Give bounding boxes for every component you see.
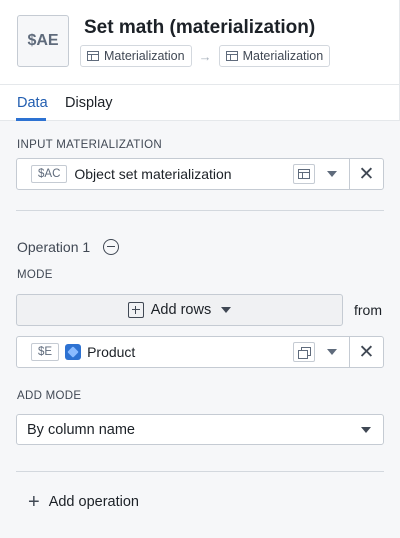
add-mode-select[interactable]: By column name bbox=[16, 414, 384, 445]
input-materialization-label: INPUT MATERIALIZATION bbox=[17, 139, 162, 151]
panel-header: $AE Set math (materialization) Materiali… bbox=[0, 0, 400, 85]
operation-title: Operation 1 bbox=[17, 239, 91, 255]
minus-circle-icon[interactable] bbox=[103, 239, 120, 255]
breadcrumb-output-type: Materialization bbox=[218, 45, 331, 67]
close-icon: ✕ bbox=[358, 163, 375, 185]
breadcrumb-input-label: Materialization bbox=[104, 49, 185, 63]
add-mode-value: By column name bbox=[27, 421, 135, 438]
plus-icon: + bbox=[28, 491, 40, 513]
breadcrumb-input-type: Materialization bbox=[80, 45, 192, 67]
object-set-icon bbox=[298, 347, 311, 359]
breadcrumb: Materialization → Materialization bbox=[80, 45, 331, 67]
input-reference-tag: $AC bbox=[31, 165, 68, 183]
mode-dropdown-button[interactable]: Add rows bbox=[16, 294, 343, 326]
source-object-value: Product bbox=[87, 344, 136, 360]
input-materialization-select[interactable]: $AC Object set materialization ✕ bbox=[16, 158, 384, 190]
caret-down-icon bbox=[361, 426, 371, 433]
close-icon: ✕ bbox=[358, 341, 375, 363]
node-title: Set math (materialization) bbox=[84, 17, 316, 38]
table-icon bbox=[225, 51, 238, 61]
node-badge: $AE bbox=[17, 15, 69, 67]
operation-header: Operation 1 bbox=[17, 239, 120, 255]
source-reference-tag: $E bbox=[31, 343, 60, 361]
mode-value: Add rows bbox=[150, 302, 212, 318]
cube-icon bbox=[65, 344, 82, 360]
clear-input-button[interactable]: ✕ bbox=[349, 159, 383, 189]
section-divider bbox=[16, 471, 384, 472]
add-mode-label: ADD MODE bbox=[17, 390, 82, 402]
tab-display[interactable]: Display bbox=[65, 95, 113, 111]
caret-down-icon[interactable] bbox=[327, 171, 337, 177]
add-operation-button[interactable]: + Add operation bbox=[28, 491, 139, 513]
clear-source-button[interactable]: ✕ bbox=[349, 337, 383, 367]
mode-label: MODE bbox=[17, 269, 53, 281]
tab-bar: Data Display bbox=[0, 85, 400, 121]
table-icon bbox=[87, 51, 99, 61]
source-object-select[interactable]: $E Product ✕ bbox=[16, 336, 384, 368]
tab-data[interactable]: Data bbox=[17, 95, 48, 111]
data-tab-content: INPUT MATERIALIZATION $AC Object set mat… bbox=[0, 121, 400, 538]
breadcrumb-output-label: Materialization bbox=[242, 49, 324, 63]
node-config-panel: $AE Set math (materialization) Materiali… bbox=[0, 0, 400, 538]
plus-square-icon bbox=[127, 302, 144, 318]
table-icon bbox=[298, 169, 310, 179]
table-view-button[interactable] bbox=[293, 164, 315, 184]
caret-down-icon bbox=[221, 307, 232, 313]
from-label: from bbox=[354, 302, 382, 318]
caret-down-icon[interactable] bbox=[327, 349, 337, 355]
input-materialization-value: Object set materialization bbox=[74, 166, 232, 182]
object-set-button[interactable] bbox=[293, 342, 315, 362]
add-operation-label: Add operation bbox=[48, 494, 139, 510]
section-divider bbox=[16, 210, 384, 211]
arrow-right-icon: → bbox=[198, 48, 212, 64]
